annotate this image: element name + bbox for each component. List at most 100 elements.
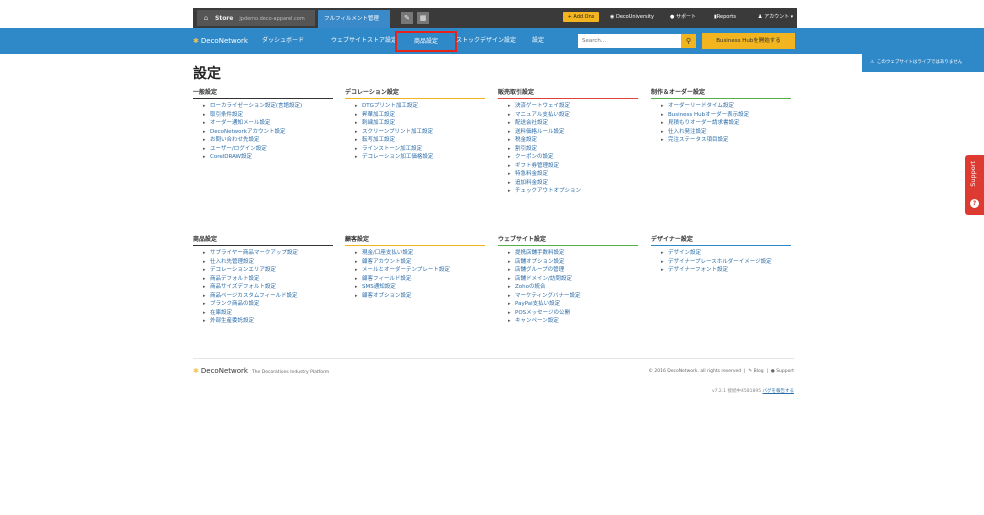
footer-tagline: The Decorations Industry Platform (251, 370, 330, 375)
deconetwork-logo[interactable]: ✱ DecoNetwork (193, 36, 248, 46)
settings-link[interactable]: ▸ 顧客オプション設定 (355, 292, 485, 301)
settings-link[interactable]: ▸ DTGプリント加工設定 (355, 102, 485, 111)
settings-link[interactable]: ▸ キャンペーン設定 (508, 317, 638, 326)
settings-link[interactable]: ▸ 決済ゲートウェイ設定 (508, 102, 638, 111)
settings-link[interactable]: ▸ メールとオーダーテンプレート設定 (355, 266, 485, 275)
nav-stock-design[interactable]: ストックデザイン設定 (456, 36, 516, 46)
settings-link[interactable]: ▸ スクリーンプリント加工設定 (355, 128, 485, 137)
settings-link[interactable]: ▸ 顧客アカウント設定 (355, 258, 485, 267)
settings-link[interactable]: ▸ PayPal支払い設定 (508, 300, 638, 309)
settings-link[interactable]: ▸ 追加料金設定 (508, 179, 638, 188)
settings-link[interactable]: ▸ Business Hubオーダー表示設定 (661, 111, 791, 120)
account-menu[interactable]: ♟ アカウント ▾ (758, 12, 793, 22)
settings-link[interactable]: ▸ CorelDRAW設定 (203, 153, 333, 162)
settings-link[interactable]: ▸ クーポンの設定 (508, 153, 638, 162)
grid-icon[interactable]: ▦ (417, 12, 429, 24)
search-icon[interactable]: ⚲ (681, 34, 696, 48)
settings-link[interactable]: ▸ SMS通知設定 (355, 283, 485, 292)
section-heading: 商品設定 (193, 235, 333, 246)
settings-link[interactable]: ▸ 刺繍加工設定 (355, 119, 485, 128)
settings-link[interactable]: ▸ 商品ページカスタムフィールド設定 (203, 292, 333, 301)
settings-link[interactable]: ▸ 配送会社設定 (508, 119, 638, 128)
arrow-icon: ▸ (508, 267, 511, 273)
reports-link[interactable]: ▮Reports (714, 12, 736, 22)
settings-link[interactable]: ▸ ユーザー/ログイン設定 (203, 145, 333, 154)
settings-link[interactable]: ▸ 完注ステータス項目設定 (661, 136, 791, 145)
settings-link[interactable]: ▸ 店舗ドメイン/訪問設定 (508, 275, 638, 284)
settings-link-label: 取引条件設定 (210, 111, 244, 118)
settings-link[interactable]: ▸ 転写加工設定 (355, 136, 485, 145)
settings-link[interactable]: ▸ 商品サイズデフォルト設定 (203, 283, 333, 292)
footer-support-label: Support (776, 369, 794, 374)
settings-link[interactable]: ▸ 外部生産委託設定 (203, 317, 333, 326)
business-hub-button[interactable]: Business Hubを開始する (702, 33, 795, 49)
settings-link[interactable]: ▸ デザイナープレースホルダーイメージ設定 (661, 258, 791, 267)
arrow-icon: ▸ (508, 301, 511, 307)
settings-link[interactable]: ▸ 店舗オプション設定 (508, 258, 638, 267)
settings-link[interactable]: ▸ サプライヤー商品マークアップ設定 (203, 249, 333, 258)
settings-link[interactable]: ▸ 割引設定 (508, 145, 638, 154)
pin-icon[interactable]: ✎ (401, 12, 413, 24)
settings-link[interactable]: ▸ 店舗グループの管理 (508, 266, 638, 275)
search-input[interactable] (578, 34, 681, 48)
settings-link[interactable]: ▸ 商品デフォルト設定 (203, 275, 333, 284)
settings-link[interactable]: ▸ ブランク商品の設定 (203, 300, 333, 309)
logo-mark-icon: ✱ (193, 367, 199, 375)
report-bug-link[interactable]: バグを報告する (763, 389, 795, 394)
settings-link[interactable]: ▸ デザイナーフォント設定 (661, 266, 791, 275)
nav-website[interactable]: ウェブサイトストア設定 (331, 36, 397, 46)
settings-link[interactable]: ▸ 仕入れ先管理設定 (203, 258, 333, 267)
nav-products[interactable]: 商品設定 (395, 31, 457, 52)
support-side-tab[interactable]: Support ? (965, 155, 984, 215)
settings-link[interactable]: ▸ お問い合わせ先設定 (203, 136, 333, 145)
settings-link[interactable]: ▸ 在庫設定 (203, 309, 333, 318)
settings-link[interactable]: ▸ DecoNetworkアカウント設定 (203, 128, 333, 137)
nav-dashboard[interactable]: ダッシュボード (262, 36, 304, 46)
arrow-icon: ▸ (508, 258, 511, 265)
settings-link[interactable]: ▸ ラインストーン加工設定 (355, 145, 485, 154)
settings-link[interactable]: ▸ ギフト券管理設定 (508, 162, 638, 171)
settings-link[interactable]: ▸ マニュアル支払い設定 (508, 111, 638, 120)
settings-link[interactable]: ▸ オーダーリードタイム設定 (661, 102, 791, 111)
settings-link[interactable]: ▸ 提携店舗手数料設定 (508, 249, 638, 258)
settings-link[interactable]: ▸ デコレーションエリア設定 (203, 266, 333, 275)
home-icon: ⌂ (203, 14, 209, 22)
settings-link-label: チェックアウトオプション (515, 188, 582, 194)
arrow-icon: ▸ (203, 250, 206, 256)
settings-link[interactable]: ▸ 現金/口座支払い設定 (355, 249, 485, 258)
settings-link-label: ローカライゼーション設定(言語設定) (210, 103, 303, 109)
settings-link[interactable]: ▸ ローカライゼーション設定(言語設定) (203, 102, 333, 111)
settings-link-label: 追加料金設定 (515, 179, 549, 186)
fulfillment-tab[interactable]: フルフィルメント管理 (318, 10, 390, 28)
arrow-icon: ▸ (203, 111, 206, 118)
store-tab[interactable]: ⌂ Store jpdemo.deco-apparel.com (197, 10, 315, 26)
settings-link[interactable]: ▸ Zohoの統合 (508, 283, 638, 292)
addons-button[interactable]: + Add Ons (563, 12, 599, 22)
settings-link-label: デコレーションエリア設定 (210, 267, 276, 273)
settings-link[interactable]: ▸ チェックアウトオプション (508, 187, 638, 196)
settings-link[interactable]: ▸ 取引条件設定 (203, 111, 333, 120)
fulfillment-label: フルフィルメント管理 (324, 16, 379, 22)
settings-link[interactable]: ▸ POSメッセージの公開 (508, 309, 638, 318)
nav-settings[interactable]: 設定 (532, 36, 544, 46)
settings-link-label: 商品デフォルト設定 (210, 275, 260, 282)
support-link[interactable]: ● サポート (670, 12, 696, 22)
footer-support-link[interactable]: ● Support (771, 369, 794, 374)
university-link[interactable]: ◉ DecoUniversity (610, 12, 654, 22)
settings-link[interactable]: ▸ 送料価格ルール設定 (508, 128, 638, 137)
blog-link[interactable]: ✎ Blog (748, 369, 763, 374)
settings-link[interactable]: ▸ デザイン設定 (661, 249, 791, 258)
settings-link[interactable]: ▸ 特急料金設定 (508, 170, 638, 179)
settings-link[interactable]: ▸ 税金設定 (508, 136, 638, 145)
footer-logo[interactable]: ✱ DecoNetwork The Decorations Industry Pla… (193, 367, 329, 377)
settings-link[interactable]: ▸ 見積もりオーダー請求書設定 (661, 119, 791, 128)
settings-link[interactable]: ▸ 昇華加工設定 (355, 111, 485, 120)
arrow-icon: ▸ (203, 258, 206, 265)
settings-link[interactable]: ▸ 仕入れ発注設定 (661, 128, 791, 137)
settings-link[interactable]: ▸ オーダー通知メール設定 (203, 119, 333, 128)
section-heading: デコレーション設定 (345, 88, 485, 99)
settings-link[interactable]: ▸ マーケティングバナー設定 (508, 292, 638, 301)
settings-link-label: クーポンの設定 (515, 154, 554, 160)
settings-link[interactable]: ▸ 顧客フィールド設定 (355, 275, 485, 284)
settings-link[interactable]: ▸ デコレーション加工価格設定 (355, 153, 485, 162)
